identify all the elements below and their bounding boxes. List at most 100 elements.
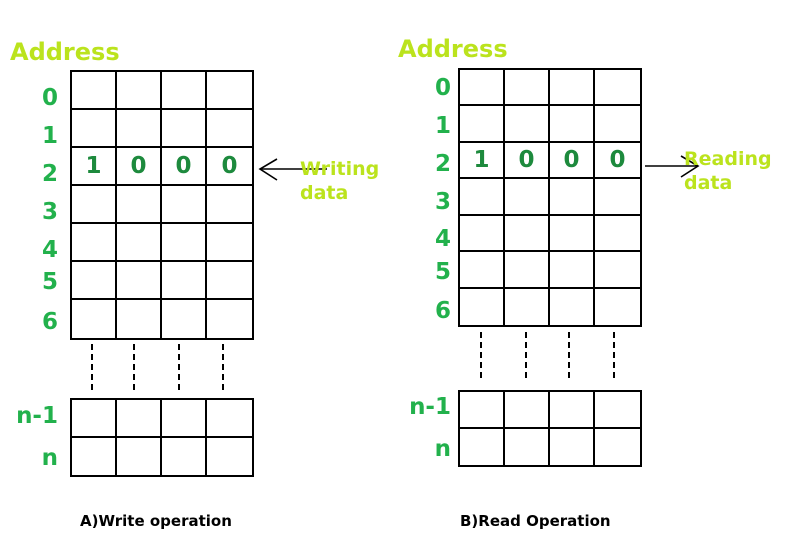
reading-data-line-2: data [684, 171, 733, 194]
memory-cell [505, 179, 550, 216]
memory-cell [117, 72, 162, 110]
memory-cell [460, 215, 505, 253]
read-operation-panel: Address 0 1 2 3 4 5 6 1 0 0 0 Reading da… [393, 0, 787, 559]
memory-grid-write-top: 1 0 0 0 [70, 70, 254, 340]
address-label-5: 5 [41, 269, 58, 295]
memory-cell [505, 392, 550, 429]
memory-cell [117, 110, 162, 148]
memory-cell [505, 252, 550, 289]
memory-cell [207, 300, 252, 338]
memory-cell [72, 437, 117, 475]
memory-cell-data: 0 [162, 148, 207, 186]
address-heading-write: Address [10, 38, 120, 66]
memory-cell [207, 400, 252, 438]
dash-column [480, 332, 482, 378]
memory-cell [595, 106, 640, 143]
memory-cell [550, 252, 595, 289]
memory-cell [595, 216, 640, 253]
memory-cell-data: 0 [117, 148, 162, 186]
memory-continuation-dashes-write [70, 344, 254, 390]
memory-cell [72, 300, 117, 338]
memory-cell [162, 300, 207, 338]
memory-cell [207, 438, 252, 476]
memory-cell-data: 1 [460, 142, 505, 180]
memory-cell [72, 262, 117, 300]
memory-cell [207, 72, 252, 110]
memory-cell [117, 262, 162, 300]
address-label-0: 0 [41, 85, 58, 111]
address-label-0: 0 [434, 75, 451, 101]
memory-cell [505, 70, 550, 107]
memory-cell [162, 437, 207, 475]
memory-cell-data: 0 [505, 142, 550, 180]
memory-cell [207, 110, 252, 148]
memory-grid-read-bottom [458, 390, 642, 467]
memory-cell [550, 70, 595, 107]
memory-cell [595, 392, 640, 429]
address-label-5: 5 [434, 259, 451, 285]
memory-cell [460, 288, 505, 325]
address-heading-read: Address [398, 35, 508, 63]
memory-cell [595, 429, 640, 466]
memory-cell [72, 72, 117, 110]
address-label-3: 3 [41, 199, 58, 225]
dash-column [568, 332, 570, 378]
memory-cell [505, 106, 550, 143]
dash-column [178, 344, 180, 390]
address-label-4: 4 [41, 237, 58, 263]
address-label-3: 3 [434, 189, 451, 215]
memory-cell [117, 224, 162, 262]
memory-cell [117, 300, 162, 338]
address-label-4: 4 [434, 226, 451, 252]
memory-cell [117, 437, 162, 475]
memory-cell [460, 179, 505, 216]
memory-cell [72, 224, 117, 262]
memory-cell [72, 110, 117, 148]
memory-cell [550, 288, 595, 325]
memory-cell [460, 392, 505, 429]
memory-cell [460, 428, 505, 465]
reading-data-annotation: Reading data [684, 148, 772, 196]
memory-cell [460, 70, 505, 107]
memory-cell [117, 400, 162, 438]
memory-cell-data: 1 [72, 148, 117, 186]
memory-cell [117, 186, 162, 224]
memory-cell [460, 106, 505, 143]
memory-continuation-dashes-read [458, 332, 642, 378]
memory-cell-data: 0 [550, 142, 595, 180]
memory-cell [505, 428, 550, 465]
writing-data-annotation: Writing data [300, 158, 379, 206]
memory-cell [550, 215, 595, 253]
caption-write-operation: A)Write operation [80, 512, 232, 530]
dash-column [91, 344, 93, 390]
memory-grid-read-top: 1 0 0 0 [458, 68, 642, 327]
memory-cell [550, 179, 595, 216]
memory-cell [162, 400, 207, 438]
dash-column [525, 332, 527, 378]
memory-cell [207, 262, 252, 300]
address-label-6: 6 [434, 298, 451, 324]
write-operation-panel: Address 0 1 2 3 4 5 6 1 0 0 0 Writing da… [0, 0, 393, 559]
reading-data-line-1: Reading [684, 148, 772, 170]
address-label-n: n [434, 436, 451, 462]
address-label-n-minus-1: n-1 [16, 403, 58, 429]
address-label-6: 6 [41, 309, 58, 335]
memory-grid-write-bottom [70, 398, 254, 477]
address-label-n-minus-1: n-1 [409, 394, 451, 420]
memory-cell [595, 70, 640, 107]
memory-cell [162, 186, 207, 224]
dash-column [222, 344, 224, 390]
memory-cell [460, 252, 505, 289]
caption-read-operation: B)Read Operation [460, 512, 611, 530]
address-label-2: 2 [434, 151, 451, 177]
memory-cell [550, 106, 595, 143]
dash-column [133, 344, 135, 390]
writing-data-line-2: data [300, 181, 349, 204]
memory-cell [162, 224, 207, 262]
memory-cell [207, 186, 252, 224]
address-label-1: 1 [434, 113, 451, 139]
memory-cell [595, 252, 640, 289]
memory-cell [550, 392, 595, 429]
address-label-1: 1 [41, 123, 58, 149]
memory-cell [550, 428, 595, 465]
